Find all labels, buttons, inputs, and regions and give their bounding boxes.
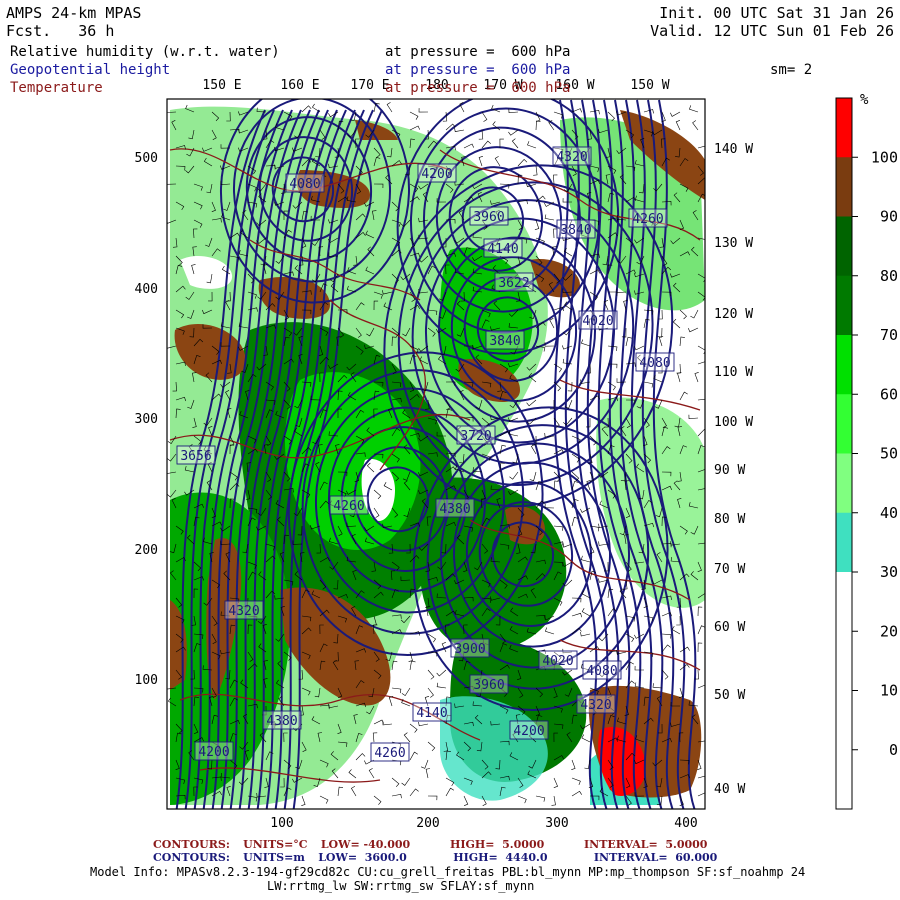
x-tick-label: 300: [545, 816, 568, 831]
temp-low: LOW= -40.000: [320, 838, 411, 851]
model-info-line-1: Model Info: MPASv8.2.3-194-gf29cd82c CU:…: [90, 865, 806, 879]
height-label: 4140: [487, 242, 518, 257]
y-tick-label: 100: [135, 673, 158, 688]
height-label: 3960: [473, 678, 504, 693]
lon-label: 90 W: [714, 463, 745, 478]
colorbar: % 1009080706050403020100: [835, 92, 898, 810]
lon-label: 50 W: [714, 688, 745, 703]
lon-label: 150 W: [630, 78, 669, 93]
y-tick-label: 500: [135, 151, 158, 166]
height-label: 4080: [289, 177, 320, 192]
height-label: 4200: [421, 167, 452, 182]
map-field-layer: 4320 4260 4200 4080 3960 4140 3840 3622 4020 3840…: [167, 99, 705, 809]
lon-label: 40 W: [714, 782, 745, 797]
colorbar-tick-label: 60: [880, 385, 898, 403]
colorbar-tick-label: 90: [880, 208, 898, 226]
height-label: 4320: [580, 698, 611, 713]
height-label: 4320: [556, 150, 587, 165]
colorbar-tick-label: 50: [880, 445, 898, 463]
height-label: 3656: [180, 449, 211, 464]
colorbar-band: [836, 275, 852, 336]
height-label: 4200: [198, 745, 229, 760]
height-low: LOW= 3600.0: [318, 851, 407, 864]
colorbar-tick-label: 10: [880, 682, 898, 700]
height-high: HIGH= 4440.0: [453, 851, 548, 864]
lon-label: 120 W: [714, 307, 753, 322]
height-label: 4200: [513, 724, 544, 739]
height-label: 4140: [416, 706, 447, 721]
height-label: 4380: [439, 502, 470, 517]
height-label: 3840: [489, 334, 520, 349]
colorbar-band: [836, 216, 852, 277]
y-tick-label: 200: [135, 543, 158, 558]
colorbar-unit: %: [860, 92, 869, 108]
x-tick-label: 200: [416, 816, 439, 831]
colorbar-tick-label: 20: [880, 622, 898, 640]
lon-label: 70 W: [714, 562, 745, 577]
x-tick-label: 100: [270, 816, 293, 831]
height-label: 4020: [582, 314, 613, 329]
colorbar-band: [836, 157, 852, 217]
colorbar-tick-label: 100: [871, 148, 898, 166]
y-tick-label: 400: [135, 282, 158, 297]
y-axis: 100 200 300 400 500: [135, 151, 158, 688]
temp-high: HIGH= 5.0000: [449, 838, 545, 851]
model-info-line-2: LW:rrtmg_lw SW:rrtmg_sw SFLAY:sf_mynn: [267, 879, 535, 893]
height-label: 3720: [460, 429, 491, 444]
colorbar-band: [836, 690, 852, 751]
height-label: 4320: [228, 604, 259, 619]
lon-label: 130 W: [714, 236, 753, 251]
height-units: UNITS=m: [243, 851, 305, 864]
temp-contours-label: CONTOURS:: [153, 838, 230, 851]
colorbar-tick-label: 40: [880, 504, 898, 522]
colorbar-band: [836, 453, 852, 514]
lon-label: 60 W: [714, 620, 745, 635]
height-contours-label: CONTOURS:: [153, 851, 230, 864]
height-label: 3900: [454, 642, 485, 657]
height-label: 4080: [586, 664, 617, 679]
lon-label: 150 E: [202, 78, 241, 93]
field-temp-level: at pressure = 600 hPa: [385, 80, 571, 96]
colorbar-band: [836, 335, 852, 395]
x-axis: 100 200 300 400: [270, 816, 697, 831]
colorbar-band: [836, 394, 852, 454]
height-label: 4080: [639, 356, 670, 371]
height-contour-info: CONTOURS: UNITS=m LOW= 3600.0 HIGH= 4440…: [153, 851, 717, 864]
colorbar-band: [836, 572, 852, 632]
temp-interval: INTERVAL= 5.0000: [584, 838, 708, 851]
lon-label: 80 W: [714, 512, 745, 527]
height-label: 4260: [333, 499, 364, 514]
height-label: 4380: [266, 714, 297, 729]
colorbar-tick-label: 80: [880, 267, 898, 285]
height-label: 4260: [374, 746, 405, 761]
colorbar-tick-label: 30: [880, 563, 898, 581]
lon-label: 160 E: [280, 78, 319, 93]
colorbar-band: [836, 512, 852, 573]
weather-map: 4320426042004080396041403840362240203840…: [135, 78, 898, 831]
lon-label: 110 W: [714, 365, 753, 380]
colorbar-tick-label: 0: [889, 741, 898, 759]
colorbar-tick-label: 70: [880, 326, 898, 344]
lon-label: 170 E: [350, 78, 389, 93]
height-interval: INTERVAL= 60.000: [593, 851, 718, 864]
lon-label: 140 W: [714, 142, 753, 157]
height-label: 3622: [498, 276, 529, 291]
colorbar-band: [836, 98, 852, 158]
lon-label: 100 W: [714, 415, 753, 430]
colorbar-band: [836, 631, 852, 691]
colorbar-band: [836, 749, 852, 810]
x-tick-label: 400: [674, 816, 697, 831]
height-label: 4260: [632, 212, 663, 227]
height-label: 4020: [542, 654, 573, 669]
y-tick-label: 300: [135, 412, 158, 427]
temp-contour-info: CONTOURS: UNITS=°C LOW= -40.000 HIGH= 5.…: [153, 838, 707, 851]
height-label: 3840: [560, 223, 591, 238]
temp-units: UNITS=°C: [243, 838, 308, 851]
height-label: 3960: [473, 210, 504, 225]
right-longitude-labels: 140 W 130 W 120 W 110 W 100 W 90 W 80 W …: [714, 142, 753, 797]
